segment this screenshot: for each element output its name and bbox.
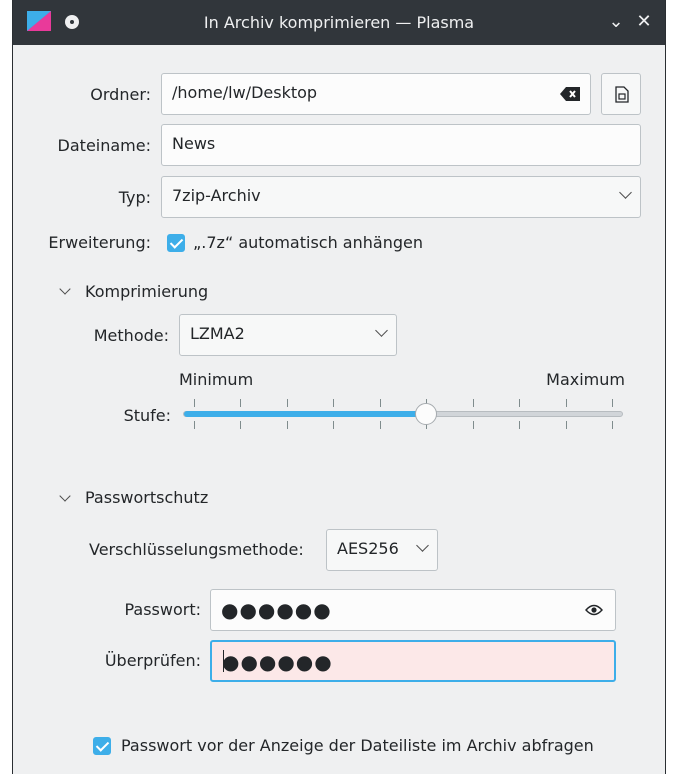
filename-input[interactable]: News: [161, 124, 641, 166]
level-max-label: Maximum: [546, 370, 625, 389]
extension-label: Erweiterung:: [48, 233, 151, 252]
verify-password-input[interactable]: ●●●●●●: [210, 640, 616, 682]
password-section-title[interactable]: Passwortschutz: [85, 488, 208, 508]
level-label: Stufe:: [123, 406, 171, 425]
document-open-icon: [615, 86, 629, 103]
slider-fill: [184, 411, 428, 417]
password-label: Passwort:: [124, 600, 201, 619]
filename-label: Dateiname:: [57, 136, 151, 155]
slider-tick: [519, 421, 521, 429]
slider-tick: [612, 421, 613, 429]
filename-value: News: [172, 134, 216, 153]
archive-type-select[interactable]: 7zip-Archiv: [161, 176, 641, 218]
slider-tick: [194, 399, 195, 407]
browse-folder-button[interactable]: [601, 73, 641, 115]
slider-handle[interactable]: [415, 403, 438, 425]
slider-tick: [612, 399, 613, 407]
collapse-chevron-icon[interactable]: [59, 490, 71, 502]
type-label: Typ:: [118, 188, 151, 207]
password-value: ●●●●●●: [221, 598, 332, 622]
encryption-method-select[interactable]: AES256: [326, 529, 438, 571]
slider-tick: [240, 399, 242, 407]
compression-section-title[interactable]: Komprimierung: [85, 282, 208, 302]
encryption-method-value: AES256: [337, 539, 399, 558]
verify-label: Überprüfen:: [104, 651, 201, 670]
compression-method-value: LZMA2: [190, 324, 245, 343]
slider-groove: [183, 411, 623, 417]
slider-tick: [519, 399, 521, 407]
folder-label: Ordner:: [90, 85, 151, 104]
close-icon[interactable]: ✕: [633, 11, 655, 33]
chevron-down-icon: [375, 324, 388, 337]
header-encryption-checkbox[interactable]: [93, 737, 111, 755]
slider-tick: [565, 421, 567, 429]
clear-text-icon[interactable]: [560, 87, 580, 101]
folder-input[interactable]: /home/lw/Desktop: [161, 73, 591, 115]
verify-password-value: ●●●●●●: [222, 650, 333, 674]
collapse-chevron-icon[interactable]: [59, 283, 71, 295]
title-bar[interactable]: In Archiv komprimieren — Plasma ⌄ ✕: [13, 0, 665, 45]
compression-level-slider[interactable]: [183, 396, 623, 436]
extension-checkbox-label[interactable]: „.7z“ automatisch anhängen: [193, 233, 423, 253]
folder-value: /home/lw/Desktop: [172, 83, 318, 102]
chevron-down-icon: [416, 539, 429, 552]
encryption-method-label: Verschlüsselungsmethode:: [89, 540, 304, 559]
minimize-chevron-icon[interactable]: ⌄: [605, 11, 627, 33]
level-min-label: Minimum: [179, 370, 254, 389]
password-input[interactable]: ●●●●●●: [210, 589, 616, 631]
slider-tick: [472, 399, 474, 407]
compress-dialog: In Archiv komprimieren — Plasma ⌄ ✕ Ordn…: [12, 0, 666, 774]
method-label: Methode:: [93, 326, 169, 345]
slider-tick: [286, 421, 288, 429]
show-password-eye-icon[interactable]: [585, 604, 603, 616]
slider-tick: [565, 399, 567, 407]
compression-method-select[interactable]: LZMA2: [179, 314, 397, 356]
slider-tick: [333, 421, 335, 429]
extension-checkbox[interactable]: [167, 234, 185, 252]
header-encryption-label[interactable]: Passwort vor der Anzeige der Dateiliste …: [121, 736, 594, 756]
slider-tick: [379, 421, 381, 429]
slider-tick: [379, 399, 381, 407]
window-title: In Archiv komprimieren — Plasma: [203, 13, 475, 32]
slider-tick: [472, 421, 474, 429]
slider-tick: [240, 421, 242, 429]
chevron-down-icon: [619, 186, 632, 199]
slider-tick: [194, 421, 195, 429]
archive-type-value: 7zip-Archiv: [172, 186, 261, 205]
slider-tick: [286, 399, 288, 407]
slider-tick: [333, 399, 335, 407]
